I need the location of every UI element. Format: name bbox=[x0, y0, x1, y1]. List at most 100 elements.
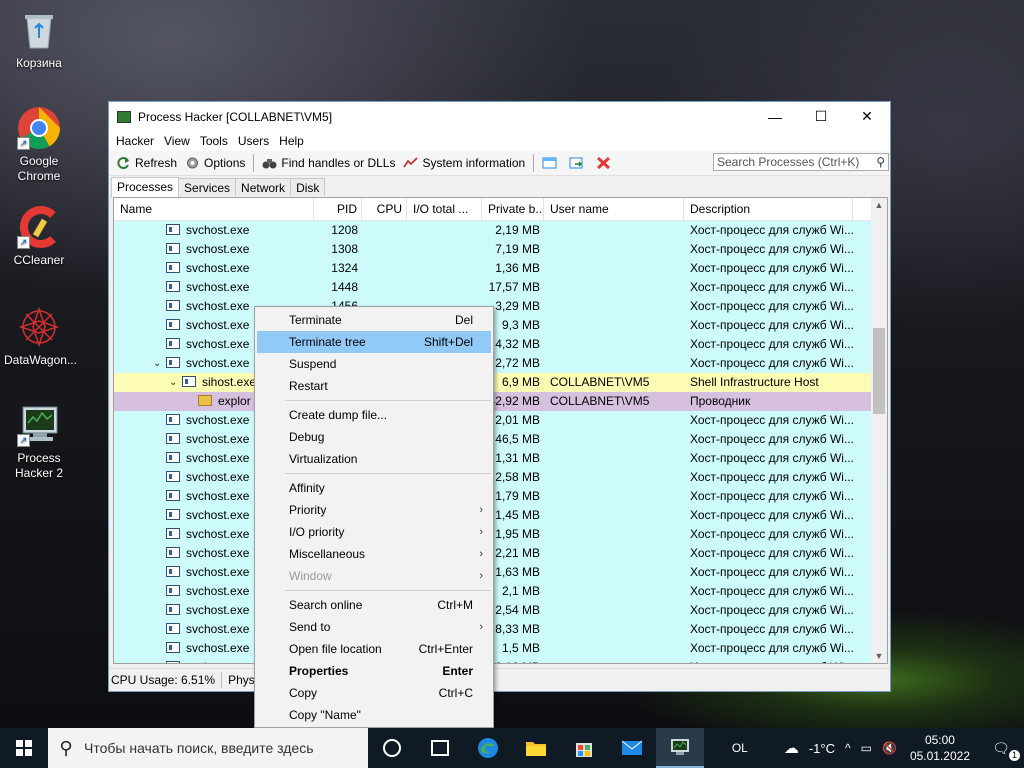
process-private-bytes: 17,57 MB bbox=[488, 280, 540, 294]
tab-disk[interactable]: Disk bbox=[290, 178, 326, 196]
process-description: Хост-процесс для служб Wi... bbox=[690, 546, 853, 560]
options-button[interactable]: Options bbox=[181, 152, 249, 174]
tray-language[interactable]: OL bbox=[727, 741, 753, 755]
title-bar[interactable]: Process Hacker [COLLABNET\VM5] — ☐ ✕ bbox=[109, 102, 890, 131]
process-description: Хост-процесс для служб Wi... bbox=[690, 641, 853, 655]
weather-temperature[interactable]: -1°C bbox=[804, 741, 840, 756]
process-name-cell: svchost.exe bbox=[114, 240, 314, 259]
scrollbar-thumb[interactable] bbox=[873, 328, 885, 414]
menu-item-label: Copy "Name" bbox=[289, 708, 361, 722]
window-mode-button[interactable] bbox=[538, 152, 565, 174]
task-view-icon bbox=[431, 740, 449, 756]
menu-view[interactable]: View bbox=[159, 134, 195, 148]
process-description: Хост-процесс для служб Wi... bbox=[690, 622, 853, 636]
column-header-pid[interactable]: PID bbox=[314, 198, 362, 220]
maximize-button[interactable]: ☐ bbox=[798, 102, 844, 131]
chevron-down-icon[interactable]: ⌄ bbox=[153, 354, 161, 373]
scroll-up-arrow-icon[interactable]: ▲ bbox=[871, 200, 887, 210]
column-header-cpu[interactable]: CPU bbox=[362, 198, 407, 220]
desktop-icon-datawagon[interactable]: DataWagon... bbox=[4, 305, 77, 368]
menu-bar: Hacker View Tools Users Help bbox=[109, 131, 890, 151]
taskbar-process-hacker[interactable] bbox=[656, 728, 704, 768]
process-row[interactable]: svchost.exe 1324 1,36 MB Хост-процесс для с… bbox=[114, 259, 871, 278]
system-information-button[interactable]: System information bbox=[399, 152, 529, 174]
menu-item-suspend[interactable]: Suspend bbox=[257, 353, 491, 375]
taskbar-clock[interactable]: 05:00 05.01.2022 bbox=[902, 732, 978, 764]
minimize-button[interactable]: — bbox=[752, 102, 798, 131]
desktop-icon-recycle-bin[interactable]: Корзина bbox=[4, 8, 74, 71]
column-header-private-bytes[interactable]: Private b... bbox=[482, 198, 544, 220]
menu-item-affinity[interactable]: Affinity bbox=[257, 477, 491, 499]
menu-item-restart[interactable]: Restart bbox=[257, 375, 491, 397]
column-header-io-total[interactable]: I/O total ... bbox=[407, 198, 482, 220]
menu-item-create-dump-file[interactable]: Create dump file... bbox=[257, 404, 491, 426]
search-processes-input[interactable]: Search Processes (Ctrl+K) ⚲ bbox=[713, 153, 889, 171]
find-handles-button[interactable]: Find handles or DLLs bbox=[258, 152, 399, 174]
scroll-down-arrow-icon[interactable]: ▼ bbox=[871, 651, 887, 661]
menu-item-search-online[interactable]: Search online Ctrl+M bbox=[257, 594, 491, 616]
close-button[interactable]: ✕ bbox=[844, 102, 890, 131]
process-pid: 1324 bbox=[331, 261, 358, 275]
menu-item-i-o-priority[interactable]: I/O priority › bbox=[257, 521, 491, 543]
terminate-toolbar-button[interactable] bbox=[592, 152, 619, 174]
process-tree-list[interactable]: Name PID CPU I/O total ... Private b... … bbox=[113, 197, 888, 664]
menu-item-copy-name[interactable]: Copy "Name" bbox=[257, 704, 491, 726]
tab-network[interactable]: Network bbox=[235, 178, 292, 196]
process-row[interactable]: svchost.exe 1308 7,19 MB Хост-процесс для с… bbox=[114, 240, 871, 259]
menu-hacker[interactable]: Hacker bbox=[111, 134, 159, 148]
tab-services[interactable]: Services bbox=[178, 178, 237, 196]
desktop-icon-chrome[interactable]: ↗ Google Chrome bbox=[4, 106, 74, 184]
menu-item-label: Window bbox=[289, 569, 332, 583]
process-name: svchost.exe bbox=[186, 584, 250, 598]
start-button[interactable] bbox=[0, 728, 48, 768]
column-header-name[interactable]: Name bbox=[114, 198, 314, 220]
column-header-description[interactable]: Description bbox=[684, 198, 853, 220]
notification-center-button[interactable]: 🗨 1 bbox=[978, 740, 1024, 761]
menu-tools[interactable]: Tools bbox=[195, 134, 233, 148]
refresh-button[interactable]: Refresh bbox=[112, 152, 181, 174]
weather-cloud-icon[interactable]: ☁ bbox=[779, 739, 804, 757]
process-icon bbox=[166, 585, 180, 596]
status-separator bbox=[221, 672, 223, 688]
menu-item-send-to[interactable]: Send to › bbox=[257, 616, 491, 638]
menu-item-copy[interactable]: Copy Ctrl+C bbox=[257, 682, 491, 704]
process-cpu bbox=[362, 240, 407, 259]
task-view-button[interactable] bbox=[416, 728, 464, 768]
menu-item-miscellaneous[interactable]: Miscellaneous › bbox=[257, 543, 491, 565]
taskbar-search-box[interactable]: ⚲ Чтобы начать поиск, введите здесь bbox=[48, 728, 368, 768]
tab-processes[interactable]: Processes bbox=[111, 177, 180, 198]
menu-item-terminate-tree[interactable]: Terminate tree Shift+Del bbox=[257, 331, 491, 353]
chevron-down-icon[interactable]: ⌄ bbox=[169, 373, 177, 392]
process-description: Хост-процесс для служб Wi... bbox=[690, 261, 853, 275]
desktop-icon-ccleaner[interactable]: ↗ CCleaner bbox=[4, 205, 74, 268]
menu-help[interactable]: Help bbox=[274, 134, 309, 148]
column-header-user-name[interactable]: User name bbox=[544, 198, 684, 220]
window-go-button[interactable] bbox=[565, 152, 592, 174]
desktop-icon-label: CCleaner bbox=[13, 253, 65, 267]
chevron-up-icon[interactable]: ^ bbox=[840, 741, 856, 755]
process-name: svchost.exe bbox=[186, 508, 250, 522]
network-icon[interactable]: ▭ bbox=[856, 741, 877, 755]
search-icon[interactable]: ⚲ bbox=[876, 155, 885, 169]
menu-item-terminate[interactable]: Terminate Del bbox=[257, 309, 491, 331]
menu-item-priority[interactable]: Priority › bbox=[257, 499, 491, 521]
menu-item-virtualization[interactable]: Virtualization bbox=[257, 448, 491, 470]
process-row[interactable]: svchost.exe 1448 17,57 MB Хост-процесс для … bbox=[114, 278, 871, 297]
menu-users[interactable]: Users bbox=[233, 134, 274, 148]
volume-muted-icon[interactable]: 🔇 bbox=[877, 741, 902, 755]
taskbar-mail[interactable] bbox=[608, 728, 656, 768]
process-user-name bbox=[544, 221, 684, 240]
desktop-icon-process-hacker[interactable]: ↗ Process Hacker 2 bbox=[4, 403, 74, 481]
menu-item-properties[interactable]: Properties Enter bbox=[257, 660, 491, 682]
taskbar-edge[interactable] bbox=[464, 728, 512, 768]
menu-item-debug[interactable]: Debug bbox=[257, 426, 491, 448]
taskbar-store[interactable] bbox=[560, 728, 608, 768]
process-row[interactable]: svchost.exe 1208 2,19 MB Хост-процесс для с… bbox=[114, 221, 871, 240]
cortana-button[interactable] bbox=[368, 728, 416, 768]
vertical-scrollbar[interactable]: ▲ ▼ bbox=[871, 198, 887, 663]
options-label: Options bbox=[204, 156, 246, 170]
menu-item-open-file-location[interactable]: Open file location Ctrl+Enter bbox=[257, 638, 491, 660]
taskbar-file-explorer[interactable] bbox=[512, 728, 560, 768]
process-description: Хост-процесс для служб Wi... bbox=[690, 318, 853, 332]
menu-item-label: I/O priority bbox=[289, 525, 345, 539]
